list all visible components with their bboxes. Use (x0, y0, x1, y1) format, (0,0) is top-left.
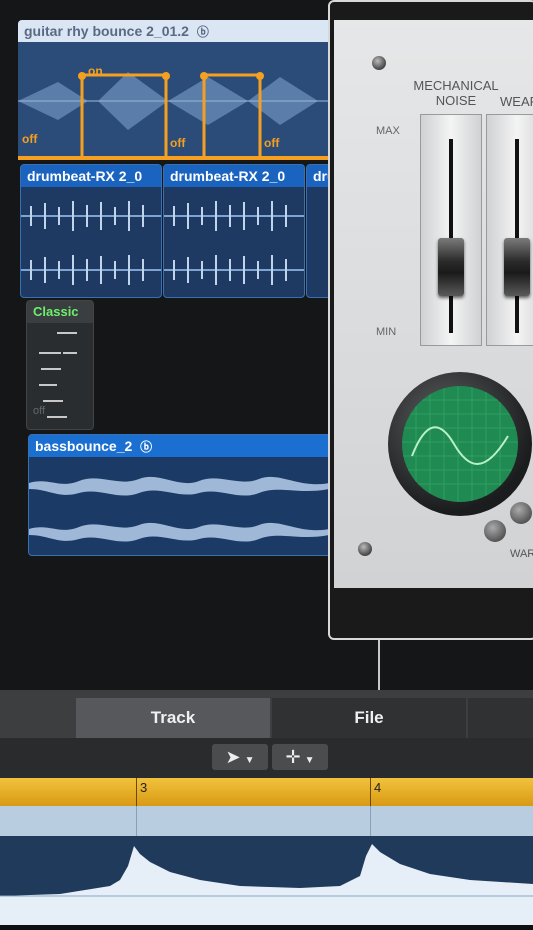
fader-cap-mechanical-noise[interactable] (438, 238, 464, 296)
loop-icon: ⓑ (196, 25, 209, 39)
knob-small[interactable] (484, 520, 506, 542)
region-drumbeat-1[interactable]: drumbeat-RX 2_0 (20, 164, 162, 298)
screw-icon-2 (358, 542, 372, 556)
editor-waveform (0, 844, 533, 925)
region-guitar[interactable]: guitar rhy bounce 2_01.2 ⓑ on off off of… (18, 20, 340, 160)
region-bass-header: bassbounce_2 ⓑ (29, 435, 341, 457)
bass-waveform (29, 476, 329, 542)
region-drumbeat-2-title: drumbeat-RX 2_0 (164, 165, 304, 187)
region-drumbeat-2[interactable]: drumbeat-RX 2_0 (163, 164, 305, 298)
tab-file[interactable]: File (272, 698, 466, 738)
automation-baseline (18, 156, 340, 160)
region-bass[interactable]: bassbounce_2 ⓑ (28, 434, 342, 556)
toolbar: ➤ ▼ ✛ ▼ (0, 738, 533, 778)
region-bass-title: bassbounce_2 (35, 438, 133, 454)
chevron-down-icon-2: ▼ (304, 755, 315, 766)
pointer-tool-button[interactable]: ➤ ▼ (212, 744, 268, 770)
tab-track[interactable]: Track (76, 698, 270, 738)
param1-label: MECHANICAL NOISE (406, 78, 506, 108)
crosshair-icon: ✛ (285, 747, 301, 767)
automation-on-label: on (88, 64, 103, 78)
min-label: MIN (376, 326, 397, 338)
playhead (378, 636, 380, 690)
automation-off-label-3: off (264, 136, 280, 150)
fader-cap-wear[interactable] (504, 238, 530, 296)
pointer-icon: ➤ (225, 747, 241, 767)
tab-extra[interactable] (468, 698, 533, 738)
tab-bar: Track File (0, 690, 533, 738)
region-classic-title: Classic (27, 301, 93, 323)
ruler-mark-4: 4 (374, 780, 382, 795)
region-guitar-title: guitar rhy bounce 2_01.2 (24, 23, 189, 39)
region-classic[interactable]: Classic off (26, 300, 94, 430)
param1-label-line1: MECHANICAL (413, 78, 499, 93)
fader-mechanical-noise[interactable] (420, 114, 482, 346)
plugin-panel: MECHANICAL NOISE WEAR MAX MIN (334, 20, 533, 588)
ruler[interactable]: 3 4 (0, 778, 533, 806)
plugin-window: MECHANICAL NOISE WEAR MAX MIN (328, 0, 533, 640)
chevron-down-icon: ▼ (244, 755, 255, 766)
crosshair-tool-button[interactable]: ✛ ▼ (272, 744, 328, 770)
max-label: MAX (376, 125, 400, 137)
automation-off-label: off (22, 132, 38, 146)
ruler-mark-3: 3 (140, 780, 148, 795)
drum-waveform-2 (164, 201, 304, 285)
oscilloscope-display (402, 386, 518, 502)
audio-editor[interactable] (0, 836, 533, 925)
param2-label: WEAR (500, 94, 533, 109)
screw-icon (372, 56, 386, 70)
param1-label-line2: NOISE (435, 93, 477, 108)
region-guitar-header[interactable]: guitar rhy bounce 2_01.2 ⓑ (18, 20, 340, 42)
region-drumbeat-1-title: drumbeat-RX 2_0 (21, 165, 161, 187)
automation-off-label-2: off (170, 136, 186, 150)
knob-small-2[interactable] (510, 502, 532, 524)
region-lane (0, 806, 533, 836)
loop-icon-bass: ⓑ (140, 440, 153, 454)
drum-waveform-1 (21, 201, 161, 285)
oscilloscope-bezel (388, 372, 532, 516)
classic-off-label: off (33, 405, 46, 417)
war-label: WAR (510, 548, 533, 560)
fader-wear[interactable] (486, 114, 533, 346)
